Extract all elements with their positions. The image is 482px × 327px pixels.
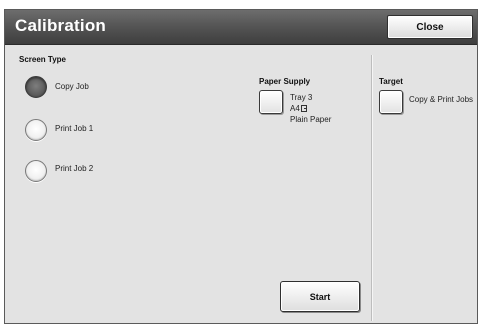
close-button[interactable]: Close bbox=[387, 15, 473, 39]
paper-type-text: Plain Paper bbox=[290, 115, 332, 124]
radio-print-job-1-label: Print Job 1 bbox=[55, 124, 94, 133]
radio-print-job-2[interactable] bbox=[25, 160, 47, 182]
radio-copy-job-label: Copy Job bbox=[55, 82, 89, 91]
title-bar: Calibration Close bbox=[5, 10, 477, 45]
paper-tray-text: Tray 3 bbox=[290, 93, 313, 102]
paper-size-line: A4 bbox=[290, 103, 331, 114]
paper-supply-info: Tray 3 A4 Plain Paper bbox=[290, 92, 331, 125]
radio-copy-job[interactable] bbox=[25, 76, 47, 98]
paper-size-text: A4 bbox=[290, 104, 300, 113]
paper-supply-label: Paper Supply bbox=[259, 77, 311, 86]
target-label: Target bbox=[379, 77, 403, 86]
target-button[interactable] bbox=[379, 90, 403, 114]
paper-orientation-icon bbox=[300, 105, 307, 112]
radio-print-job-1[interactable] bbox=[25, 119, 47, 141]
page-title: Calibration bbox=[15, 16, 106, 35]
panel-divider bbox=[371, 55, 373, 321]
paper-supply-button[interactable] bbox=[259, 90, 283, 114]
start-button[interactable]: Start bbox=[280, 281, 360, 312]
radio-print-job-2-label: Print Job 2 bbox=[55, 164, 94, 173]
target-value: Copy & Print Jobs bbox=[409, 95, 474, 104]
calibration-screen: Calibration Close Screen Type Copy Job P… bbox=[4, 9, 478, 324]
screen-type-label: Screen Type bbox=[19, 55, 66, 64]
